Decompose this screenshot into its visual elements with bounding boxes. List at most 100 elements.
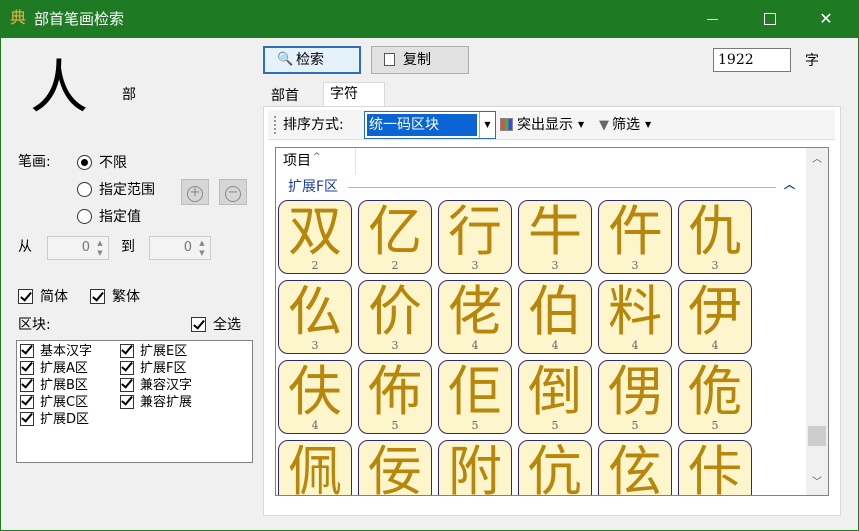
highlight-menu[interactable]: 突出显示 ▼ (500, 115, 584, 135)
char-cell[interactable]: 佧 (678, 440, 752, 495)
char-cell[interactable]: 行3 (438, 200, 512, 274)
block-item[interactable]: 扩展A区 (20, 360, 88, 377)
radio-value-label: 指定值 (99, 209, 141, 225)
search-button[interactable]: 🔍 检索 (263, 46, 361, 74)
spin-down-icon[interactable]: ▼ (94, 248, 106, 258)
char-cell[interactable]: 佢5 (438, 360, 512, 434)
char-cell[interactable]: 佞 (358, 440, 432, 495)
char-glyph: 仫 (288, 280, 342, 343)
remove-stroke-button[interactable]: − (219, 179, 247, 205)
block-checkbox[interactable] (120, 344, 134, 358)
char-cell[interactable]: 佹5 (678, 360, 752, 434)
block-list: 基本汉字 扩展A区 扩展B区 扩展C区 扩展D区 扩展E区 扩展F区 兼容汉字 … (16, 340, 253, 463)
stroke-count: 3 (391, 339, 399, 352)
spin-up-icon[interactable]: ▲ (94, 238, 106, 248)
stroke-count: 2 (311, 259, 319, 272)
traditional-checkbox[interactable] (90, 289, 105, 304)
block-checkbox[interactable] (20, 412, 34, 426)
stroke-count: 4 (471, 339, 479, 352)
radio-unlimited[interactable] (77, 155, 92, 170)
from-stepper[interactable]: 0 ▲ ▼ (47, 236, 109, 260)
char-cell[interactable]: 双2 (278, 200, 352, 274)
char-glyph: 价 (368, 280, 422, 343)
spin-up-icon[interactable]: ▲ (196, 238, 208, 248)
char-cell[interactable]: 佈5 (358, 360, 432, 434)
filter-icon: ▼ (599, 118, 609, 133)
block-label: 扩展A区 (40, 361, 88, 376)
column-header[interactable]: 项目 ^ (276, 148, 356, 175)
radio-range[interactable] (77, 182, 92, 197)
block-checkbox[interactable] (20, 378, 34, 392)
radical-label: 部 (122, 87, 136, 103)
block-item[interactable]: 扩展B区 (20, 377, 88, 394)
to-stepper[interactable]: 0 ▲ ▼ (149, 236, 211, 260)
char-cell[interactable]: 佬4 (438, 280, 512, 354)
spin-down-icon[interactable]: ▼ (196, 248, 208, 258)
scroll-down-icon[interactable]: ﹀ (806, 473, 828, 493)
char-glyph: 亿 (368, 200, 422, 263)
radio-value[interactable] (77, 209, 92, 224)
char-cell[interactable]: 料4 (598, 280, 672, 354)
char-cell[interactable]: 倒5 (518, 360, 592, 434)
stroke-count: 5 (631, 419, 639, 432)
char-cell[interactable]: 价3 (358, 280, 432, 354)
block-item[interactable]: 扩展D区 (20, 411, 89, 428)
char-cell[interactable]: 伯4 (518, 280, 592, 354)
block-label: 扩展C区 (40, 395, 89, 410)
block-checkbox[interactable] (120, 395, 134, 409)
sort-select[interactable]: 统一码区块 ▼ (364, 111, 496, 139)
chevron-down-icon[interactable]: ▼ (479, 112, 495, 138)
char-glyph: 伯 (528, 280, 582, 343)
block-checkbox[interactable] (20, 395, 34, 409)
block-checkbox[interactable] (120, 361, 134, 375)
char-cell[interactable]: 附 (438, 440, 512, 495)
char-cell[interactable]: 佩 (278, 440, 352, 495)
toolbar-grip[interactable] (274, 116, 277, 134)
block-item[interactable]: 扩展F区 (120, 360, 186, 377)
char-cell[interactable]: 伊4 (678, 280, 752, 354)
scroll-up-icon[interactable]: ︿ (806, 150, 828, 170)
character-list: 项目 ^ 扩展F区 ︿ 双2亿2行3牛3仵3仇3仫3价3佬4伯4料4伊4伕4佈5… (275, 147, 829, 496)
block-item[interactable]: 扩展E区 (120, 343, 187, 360)
block-label: 兼容汉字 (140, 378, 193, 393)
char-glyph: 行 (448, 200, 502, 263)
char-cell[interactable]: 伭 (598, 440, 672, 495)
block-checkbox[interactable] (20, 344, 34, 358)
block-item[interactable]: 扩展C区 (20, 394, 88, 411)
minimize-icon[interactable] (690, 0, 736, 38)
stroke-count: 3 (471, 259, 479, 272)
sort-select-value: 统一码区块 (367, 114, 477, 136)
tab-radical[interactable]: 部首 (265, 85, 305, 107)
maximize-icon[interactable] (746, 0, 792, 38)
collapse-icon[interactable]: ︿ (784, 176, 795, 192)
char-cell[interactable]: 侽5 (598, 360, 672, 434)
select-all-checkbox[interactable] (191, 317, 206, 332)
block-checkbox[interactable] (20, 361, 34, 375)
stroke-count: 5 (711, 419, 719, 432)
vertical-scrollbar[interactable]: ︿ ﹀ (806, 148, 828, 495)
char-cell[interactable]: 仇3 (678, 200, 752, 274)
stroke-count: 2 (391, 259, 399, 272)
scrollbar-thumb[interactable] (808, 426, 826, 446)
close-icon[interactable]: ✕ (803, 0, 849, 38)
copy-button[interactable]: 复制 (371, 46, 469, 74)
block-item[interactable]: 兼容扩展 (120, 394, 192, 411)
char-cell[interactable]: 仫3 (278, 280, 352, 354)
block-item[interactable]: 基本汉字 (20, 343, 92, 360)
char-cell[interactable]: 牛3 (518, 200, 592, 274)
char-cell[interactable]: 亿2 (358, 200, 432, 274)
tab-characters[interactable]: 字符 (323, 82, 385, 106)
group-divider (348, 187, 776, 188)
block-item[interactable]: 兼容汉字 (120, 377, 192, 394)
add-stroke-button[interactable]: + (181, 179, 209, 205)
stroke-count: 3 (631, 259, 639, 272)
block-checkbox[interactable] (120, 378, 134, 392)
filter-menu[interactable]: ▼ 筛选 ▼ (599, 115, 651, 136)
char-glyph: 仵 (608, 200, 662, 263)
char-glyph: 伕 (288, 360, 342, 423)
char-cell[interactable]: 仵3 (598, 200, 672, 274)
simplified-checkbox[interactable] (18, 289, 33, 304)
char-cell[interactable]: 伕4 (278, 360, 352, 434)
caret-down-icon: ▼ (645, 120, 652, 129)
char-cell[interactable]: 伉 (518, 440, 592, 495)
